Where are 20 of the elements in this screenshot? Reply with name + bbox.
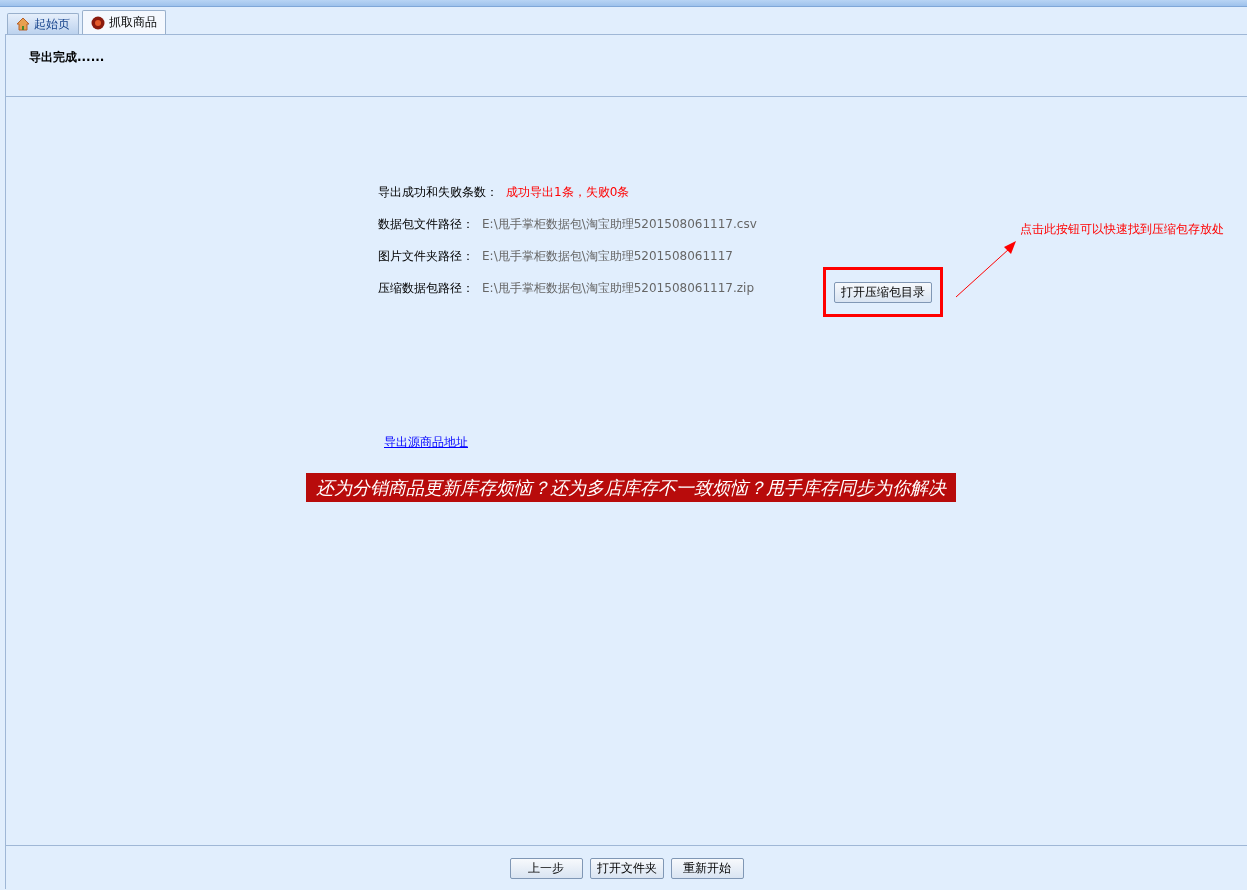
path-text: E:\甩手掌柜数据包\淘宝助理5201508061117.csv [482, 215, 757, 233]
house-icon [16, 17, 30, 31]
field-label: 压缩数据包路径： [378, 279, 474, 297]
round-emblem-icon [91, 15, 105, 30]
source-link[interactable]: 导出源商品地址 [384, 434, 468, 451]
field-label: 图片文件夹路径： [378, 247, 474, 265]
hint-text: 点击此按钮可以快速找到压缩包存放处 [1020, 221, 1224, 238]
tab[interactable]: 抓取商品 [82, 10, 166, 34]
open-zip-folder-button[interactable]: 打开压缩包目录 [834, 281, 932, 303]
promo-banner[interactable]: 还为分销商品更新库存烦恼？还为多店库存不一致烦恼？甩手库存同步为你解决 [306, 473, 956, 502]
footer-button[interactable]: 打开文件夹 [589, 858, 664, 879]
field-label: 导出成功和失败条数： [378, 183, 498, 201]
field-label: 数据包文件路径： [378, 215, 474, 233]
result-text: 成功导出1条，失败0条 [506, 183, 630, 201]
tab[interactable]: 起始页 [7, 13, 79, 34]
status-text: 导出完成...... [29, 50, 105, 64]
path-text: E:\甩手掌柜数据包\淘宝助理5201508061117 [482, 247, 733, 265]
footer-button[interactable]: 上一步 [509, 858, 583, 879]
path-text: E:\甩手掌柜数据包\淘宝助理5201508061117.zip [482, 279, 755, 297]
footer-button[interactable]: 重新开始 [670, 858, 744, 879]
